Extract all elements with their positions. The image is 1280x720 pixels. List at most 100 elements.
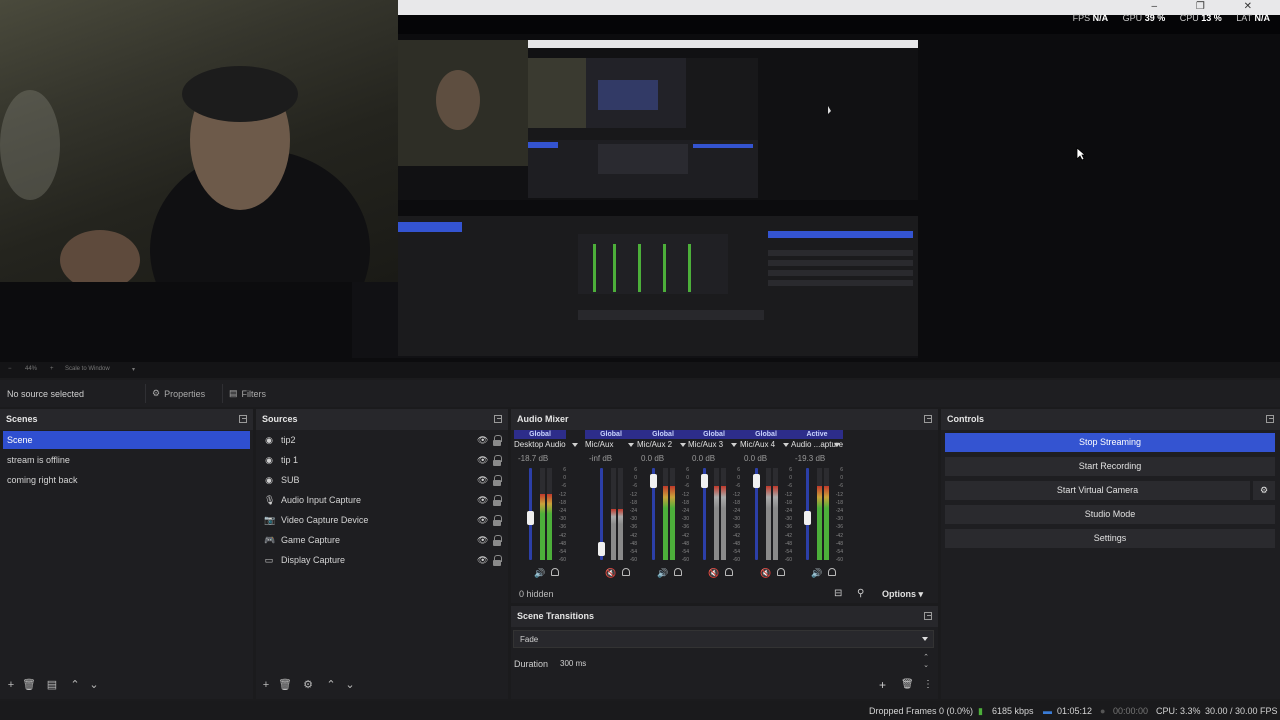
source-properties-icon[interactable]: ⚙ xyxy=(301,678,315,692)
add-transition-icon[interactable]: + xyxy=(879,678,886,692)
headphones-icon[interactable] xyxy=(777,568,785,576)
eye-icon[interactable]: 👁 xyxy=(477,455,488,465)
speaker-icon[interactable]: 🔊 xyxy=(534,568,545,579)
volume-fader-handle[interactable] xyxy=(598,542,605,557)
eye-icon[interactable]: 👁 xyxy=(477,535,488,545)
duration-field[interactable]: 300 ms ⌃ ⌄ xyxy=(556,654,932,672)
move-down-icon[interactable]: ⌄ xyxy=(343,678,357,692)
stream-time: 01:05:12 xyxy=(1057,706,1093,716)
lock-icon[interactable] xyxy=(493,495,502,506)
volume-fader-handle[interactable] xyxy=(701,474,708,489)
scene-filters-icon[interactable]: ▤ xyxy=(45,678,59,692)
preview-canvas[interactable]: ‒ ❐ ✕ FPS N/A GPU 39 % CPU 13 % LAT N/A xyxy=(0,0,1280,362)
eye-icon[interactable]: 👁 xyxy=(477,495,488,505)
dock-float-icon[interactable] xyxy=(924,415,932,423)
volume-fader-handle[interactable] xyxy=(804,510,811,525)
dock-float-icon[interactable] xyxy=(494,415,502,423)
eye-icon[interactable]: 👁 xyxy=(477,555,488,565)
filters-button[interactable]: ▤ Filters xyxy=(222,384,272,403)
headphones-icon[interactable] xyxy=(551,568,559,576)
chevron-down-icon[interactable] xyxy=(572,443,578,447)
zoom-in-button[interactable]: + xyxy=(50,366,54,372)
move-down-icon[interactable]: ⌄ xyxy=(87,678,101,692)
chevron-down-icon xyxy=(922,637,928,641)
headphones-icon[interactable] xyxy=(622,568,630,576)
chevron-down-icon[interactable] xyxy=(731,443,737,447)
remove-scene-icon[interactable]: 🗑 xyxy=(22,678,36,692)
source-item[interactable]: 🎮 Game Capture 👁 xyxy=(259,531,505,549)
studio-mode-button[interactable]: Studio Mode xyxy=(945,505,1275,524)
virtual-camera-settings-gear-icon[interactable]: ⚙ xyxy=(1253,481,1275,500)
source-item[interactable]: ◉ tip 1 👁 xyxy=(259,451,505,469)
headphones-icon[interactable] xyxy=(725,568,733,576)
source-item[interactable]: 📷 Video Capture Device 👁 xyxy=(259,511,505,529)
mixer-options-button[interactable]: Options ▾ xyxy=(882,589,923,600)
chevron-down-icon[interactable] xyxy=(628,443,634,447)
volume-fader-handle[interactable] xyxy=(753,474,760,489)
eye-icon[interactable]: 👁 xyxy=(477,475,488,485)
dock-float-icon[interactable] xyxy=(239,415,247,423)
headphones-icon[interactable] xyxy=(674,568,682,576)
speaker-icon[interactable]: 🔊 xyxy=(657,568,668,579)
eye-icon[interactable]: 👁 xyxy=(477,435,488,445)
channel-name[interactable]: Audio ...apture xyxy=(791,440,851,449)
window-controls[interactable]: ‒ ❐ ✕ xyxy=(1152,1,1270,12)
level-meter xyxy=(611,468,616,560)
scene-item[interactable]: Scene xyxy=(3,431,250,449)
layout-icon[interactable]: ⊟ xyxy=(834,588,842,599)
headphones-icon[interactable] xyxy=(828,568,836,576)
dock-float-icon[interactable] xyxy=(1266,415,1274,423)
source-item[interactable]: 🎙 Audio Input Capture 👁 xyxy=(259,491,505,509)
speaker-icon[interactable]: 🔊 xyxy=(811,568,822,579)
muted-speaker-icon[interactable]: 🔇 xyxy=(760,568,771,579)
stepper-icon[interactable]: ⌃ ⌄ xyxy=(923,654,929,670)
add-source-icon[interactable]: + xyxy=(259,678,273,692)
muted-speaker-icon[interactable]: 🔇 xyxy=(708,568,719,579)
signal-icon: ▮ xyxy=(978,706,983,716)
eye-icon[interactable]: 👁 xyxy=(477,515,488,525)
scale-mode[interactable]: Scale to Window xyxy=(65,366,110,372)
lock-icon[interactable] xyxy=(493,555,502,566)
add-scene-icon[interactable]: + xyxy=(4,678,18,692)
start-virtual-camera-button[interactable]: Start Virtual Camera xyxy=(945,481,1250,500)
remove-source-icon[interactable]: 🗑 xyxy=(278,678,292,692)
muted-speaker-icon[interactable]: 🔇 xyxy=(605,568,616,579)
chevron-down-icon[interactable] xyxy=(783,443,789,447)
source-item[interactable]: ◉ SUB 👁 xyxy=(259,471,505,489)
channel-name[interactable]: Mic/Aux xyxy=(585,440,645,449)
dock-float-icon[interactable] xyxy=(924,612,932,620)
start-recording-button[interactable]: Start Recording xyxy=(945,457,1275,476)
source-toolbar: No source selected ⚙ Properties ▤ Filters xyxy=(0,380,1280,407)
scene-item[interactable]: coming right back xyxy=(3,471,250,489)
lock-icon[interactable] xyxy=(493,435,502,446)
remove-transition-icon[interactable]: 🗑 xyxy=(901,679,914,690)
mouse-cursor-icon xyxy=(1076,147,1086,161)
scale-mode-arrow-icon[interactable]: ▾ xyxy=(132,366,135,373)
bitrate: 6185 kbps xyxy=(992,706,1034,716)
advanced-audio-icon[interactable]: ⚲ xyxy=(857,588,864,599)
level-meter xyxy=(670,468,675,560)
source-item[interactable]: ▭ Display Capture 👁 xyxy=(259,551,505,569)
lock-icon[interactable] xyxy=(493,515,502,526)
channel-name[interactable]: Mic/Aux 3 xyxy=(688,440,748,449)
transition-menu-icon[interactable]: ⋮ xyxy=(923,679,933,690)
scene-item[interactable]: stream is offline xyxy=(3,451,250,469)
channel-name[interactable]: Desktop Audio xyxy=(514,440,574,449)
volume-fader-handle[interactable] xyxy=(527,510,534,525)
move-up-icon[interactable]: ⌃ xyxy=(324,678,338,692)
lock-icon[interactable] xyxy=(493,535,502,546)
volume-fader-handle[interactable] xyxy=(650,474,657,489)
scenes-dock: Scenes Scene stream is offline coming ri… xyxy=(0,409,253,699)
transition-select[interactable]: Fade xyxy=(513,630,934,648)
lock-icon[interactable] xyxy=(493,455,502,466)
zoom-out-button[interactable]: − xyxy=(8,366,12,372)
source-item[interactable]: ◉ tip2 👁 xyxy=(259,431,505,449)
chevron-down-icon[interactable] xyxy=(834,443,840,447)
chevron-down-icon[interactable] xyxy=(680,443,686,447)
lock-icon[interactable] xyxy=(493,475,502,486)
move-up-icon[interactable]: ⌃ xyxy=(68,678,82,692)
stop-streaming-button[interactable]: Stop Streaming xyxy=(945,433,1275,452)
properties-button[interactable]: ⚙ Properties xyxy=(145,384,211,403)
meter-scale: 6 0 -6 -12 -18 -24 -30 -36 -42 -48 -54 -60 xyxy=(732,467,740,564)
settings-button[interactable]: Settings xyxy=(945,529,1275,548)
